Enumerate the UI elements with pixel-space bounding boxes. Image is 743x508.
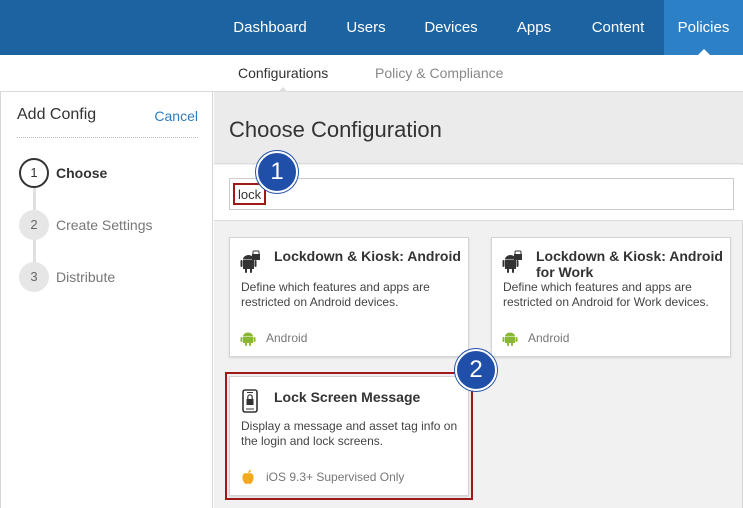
top-navigation: Dashboard Users Devices Apps Content Pol… <box>0 0 743 56</box>
card-platform-label: Android <box>266 331 308 345</box>
nav-tab-policies-label: Policies <box>677 19 730 36</box>
nav-tab-content[interactable]: Content <box>576 0 660 55</box>
main-header: Choose Configuration <box>214 92 743 164</box>
nav-tab-dashboard[interactable]: Dashboard <box>218 0 322 55</box>
wizard-sidebar: Add Config Cancel 1 Choose 2 Create Sett… <box>0 92 213 508</box>
phone-lock-icon <box>242 389 258 413</box>
step-label: Choose <box>56 165 108 181</box>
step-label: Create Settings <box>56 217 153 233</box>
main-panel: Choose Configuration lock Lockdown & Kio… <box>214 92 743 508</box>
step-number: 1 <box>19 158 49 188</box>
sidebar-divider <box>17 137 198 138</box>
subtab-configurations[interactable]: Configurations <box>238 55 329 93</box>
step-label: Distribute <box>56 269 116 285</box>
android-lock-icon <box>240 250 260 273</box>
search-input[interactable]: lock <box>229 178 734 210</box>
card-description: Define which features and apps are restr… <box>503 280 709 309</box>
nav-tab-users[interactable]: Users <box>330 0 402 55</box>
config-card-lockdown-android-work[interactable]: Lockdown & Kiosk: Android for Work Defin… <box>491 237 731 357</box>
nav-tab-apps[interactable]: Apps <box>500 0 568 55</box>
step-number: 2 <box>19 210 49 240</box>
nav-tab-policies[interactable]: Policies <box>664 0 743 56</box>
card-title: Lockdown & Kiosk: Android <box>274 248 461 264</box>
sidebar-title: Add Config <box>17 106 97 123</box>
step-number: 3 <box>19 262 49 292</box>
config-card-lock-screen-message[interactable]: Lock Screen Message Display a message an… <box>229 376 469 496</box>
cancel-link[interactable]: Cancel <box>154 108 198 124</box>
sub-navigation: Configurations Policy & Compliance <box>0 55 743 93</box>
subtab-configurations-label: Configurations <box>238 65 329 81</box>
config-card-lockdown-android[interactable]: Lockdown & Kiosk: Android Define which f… <box>229 237 469 357</box>
card-title: Lock Screen Message <box>274 389 421 405</box>
page-title: Choose Configuration <box>229 117 442 142</box>
card-title: Lockdown & Kiosk: Android for Work <box>536 248 723 280</box>
android-icon <box>502 332 518 346</box>
card-description: Define which features and apps are restr… <box>241 280 430 309</box>
android-icon <box>240 332 256 346</box>
callout-badge-1: 1 <box>256 151 298 193</box>
apple-icon <box>242 469 254 484</box>
android-lock-icon <box>502 250 522 273</box>
card-description: Display a message and asset tag info on … <box>241 419 458 448</box>
subtab-policy-compliance[interactable]: Policy & Compliance <box>375 55 503 92</box>
nav-tab-devices[interactable]: Devices <box>410 0 492 55</box>
callout-badge-2: 2 <box>455 349 497 391</box>
card-platform-label: iOS 9.3+ Supervised Only <box>266 470 405 484</box>
card-platform-label: Android <box>528 331 570 345</box>
